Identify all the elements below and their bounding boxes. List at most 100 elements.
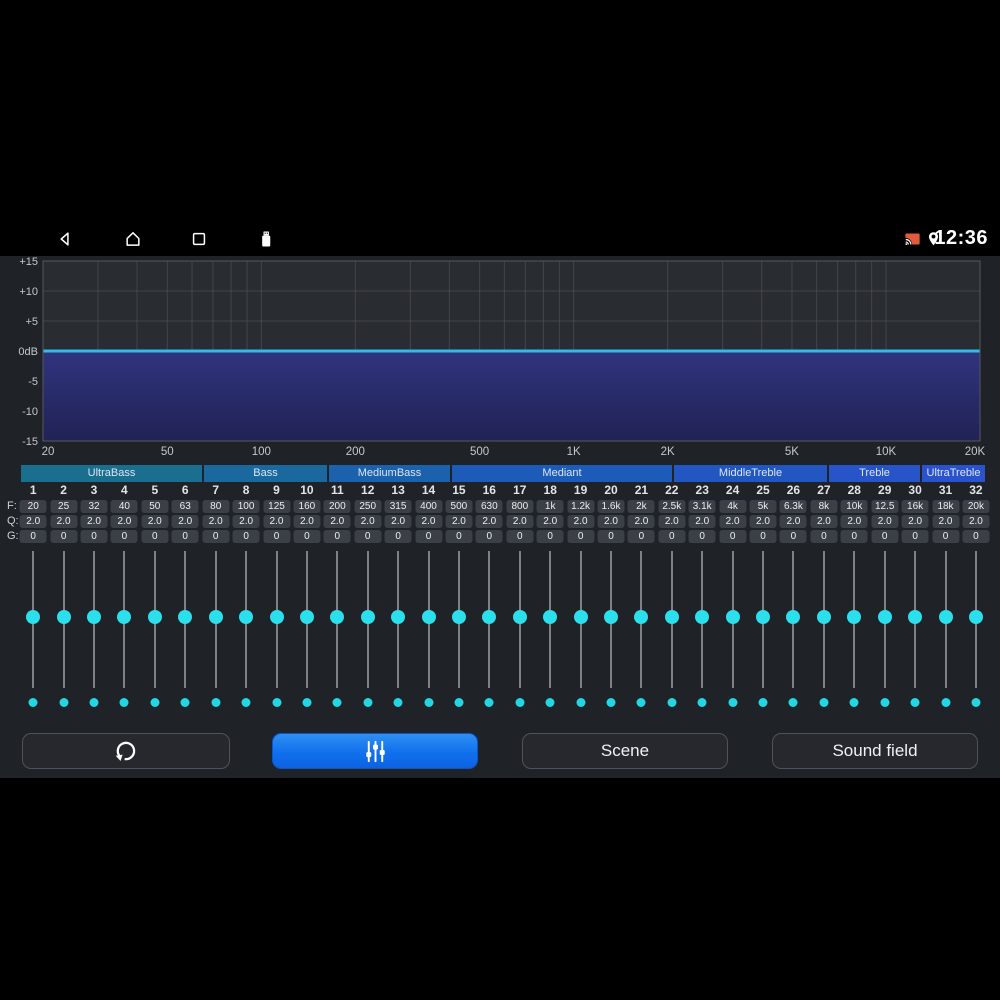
reset-button[interactable] [22, 733, 230, 769]
slider-bottom-dot [880, 698, 890, 707]
scene-button[interactable]: Scene [522, 733, 728, 769]
eq-channel-column: 17 800 2.0 0 [505, 483, 535, 711]
channel-number: 21 [634, 483, 649, 497]
gain-slider-knob[interactable] [573, 610, 588, 624]
gain-slider-knob[interactable] [725, 610, 740, 624]
gain-slider-knob[interactable] [512, 610, 527, 624]
x-tick-label: 10K [876, 446, 897, 458]
gain-slider-knob[interactable] [543, 610, 558, 624]
eq-channel-column: 28 10k 2.0 0 [839, 483, 869, 711]
x-tick-label: 500 [470, 446, 489, 458]
gain-value: 0 [627, 530, 655, 543]
eq-channel-column: 6 63 2.0 0 [170, 483, 200, 711]
slider-bottom-dot [758, 698, 768, 707]
q-factor-value: 2.0 [50, 515, 78, 528]
channel-number: 7 [212, 483, 220, 497]
frequency-value: 20k [962, 500, 990, 513]
q-factor-value: 2.0 [506, 515, 534, 528]
gain-slider-knob[interactable] [816, 610, 831, 624]
slider-bottom-dot [363, 698, 373, 707]
home-icon[interactable] [123, 229, 143, 249]
channel-number: 8 [242, 483, 250, 497]
gain-slider-knob[interactable] [56, 610, 71, 624]
gain-slider-knob[interactable] [147, 610, 162, 624]
frequency-value: 630 [475, 500, 503, 513]
gain-value: 0 [171, 530, 199, 543]
channel-number: 32 [969, 483, 983, 497]
frequency-value: 25 [50, 500, 78, 513]
eq-channel-column: 13 315 2.0 0 [383, 483, 413, 711]
gain-slider-knob[interactable] [938, 610, 953, 624]
gain-slider-knob[interactable] [360, 610, 375, 624]
gain-slider-knob[interactable] [847, 610, 862, 624]
recents-icon[interactable] [189, 229, 209, 249]
q-factor-value: 2.0 [80, 515, 108, 528]
gain-slider-knob[interactable] [178, 610, 193, 624]
gain-slider-knob[interactable] [421, 610, 436, 624]
toolbar: Scene Sound field [0, 733, 1000, 769]
frequency-value: 1.6k [597, 500, 625, 513]
gain-slider-knob[interactable] [239, 610, 254, 624]
gain-value: 0 [202, 530, 230, 543]
gain-slider-knob[interactable] [482, 610, 497, 624]
q-factor-value: 2.0 [658, 515, 686, 528]
gain-slider-knob[interactable] [330, 610, 345, 624]
channel-number: 26 [786, 483, 801, 497]
x-tick-label: 2K [661, 446, 675, 458]
channel-number: 1 [29, 483, 37, 497]
slider-bottom-dot [424, 698, 433, 707]
slider-bottom-dot [484, 698, 494, 707]
slider-bottom-dot [819, 698, 829, 707]
cast-icon [905, 233, 920, 245]
x-tick-label: 5K [785, 446, 799, 458]
channel-number: 16 [482, 483, 496, 497]
slider-bottom-dot [606, 698, 616, 707]
gain-slider-knob[interactable] [87, 610, 101, 624]
gain-value: 0 [779, 530, 807, 543]
gain-slider-knob[interactable] [269, 610, 284, 624]
frequency-value: 200 [323, 500, 351, 513]
gain-slider-knob[interactable] [391, 610, 406, 624]
gain-slider-knob[interactable] [299, 610, 314, 624]
eq-channel-column: 3 32 2.0 0 [79, 483, 109, 711]
gain-slider-knob[interactable] [968, 610, 983, 624]
channels-grid: 1 20 2.0 0 2 25 2.0 0 3 32 2.0 0 4 40 2.0 0 5 50 2.0 0 6 63 2.… [0, 483, 1000, 711]
gain-slider-knob[interactable] [208, 610, 223, 624]
sound-field-button[interactable]: Sound field [772, 733, 978, 769]
eq-channel-column: 18 1k 2.0 0 [535, 483, 565, 711]
gain-slider-knob[interactable] [664, 610, 679, 624]
gain-slider-knob[interactable] [117, 610, 132, 624]
q-factor-value: 2.0 [597, 515, 625, 528]
frequency-value: 18k [932, 500, 959, 513]
gain-slider-knob[interactable] [695, 610, 710, 624]
x-tick-label: 20 [42, 446, 55, 458]
gain-slider-knob[interactable] [604, 610, 618, 624]
slider-bottom-dot [636, 698, 646, 707]
eq-channel-column: 10 160 2.0 0 [292, 483, 322, 711]
eq-channel-column: 9 125 2.0 0 [261, 483, 291, 711]
equalizer-button[interactable] [272, 733, 478, 769]
channel-number: 6 [181, 483, 189, 497]
back-icon[interactable] [55, 229, 75, 249]
gain-slider-knob[interactable] [786, 610, 801, 624]
gain-value: 0 [962, 530, 990, 543]
frequency-value: 1.2k [567, 500, 595, 513]
gain-value: 0 [719, 530, 747, 543]
gain-slider-knob[interactable] [908, 610, 923, 624]
gain-slider-knob[interactable] [877, 610, 892, 624]
slider-bottom-dot [241, 698, 251, 707]
slider-bottom-dot [59, 698, 69, 707]
eq-channel-column: 16 630 2.0 0 [474, 483, 504, 711]
channel-number: 17 [513, 483, 527, 497]
y-tick-label: -10 [22, 406, 38, 418]
gain-slider-knob[interactable] [756, 610, 770, 624]
gain-slider-knob[interactable] [26, 610, 41, 624]
slider-bottom-dot [849, 698, 859, 707]
gain-slider-knob[interactable] [634, 610, 649, 624]
channel-number: 23 [695, 483, 709, 497]
gain-slider-knob[interactable] [451, 610, 466, 624]
channel-number: 18 [543, 483, 557, 497]
channel-number: 24 [725, 483, 740, 497]
channel-number: 2 [60, 483, 67, 497]
slider-bottom-dot [119, 698, 129, 707]
